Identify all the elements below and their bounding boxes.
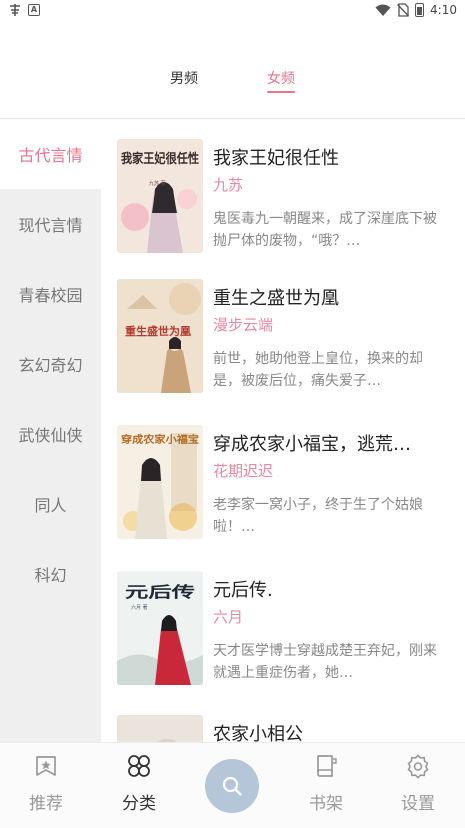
no-sim-icon: [397, 3, 410, 17]
status-time: 4:10: [430, 3, 457, 17]
bookshelf-icon: [317, 755, 337, 777]
nav-label: 设置: [401, 794, 435, 814]
book-item[interactable]: 元后传 六月 著 元后传. 六月 天才医学博士穿越成楚王弃妃，刚来就遇上重症伤者…: [101, 551, 465, 696]
book-title: 重生之盛世为凰: [213, 288, 339, 309]
nav-label: 分类: [122, 794, 156, 814]
book-item[interactable]: 重生盛世为凰 重生之盛世为凰 漫步云端 前世，她助他登上皇位，换来的却是，被废后…: [101, 259, 465, 404]
cover-title: 重生盛世为凰: [125, 324, 191, 338]
cover-title: 元后传: [125, 583, 195, 601]
book-cover: 元后传 六月 著: [117, 571, 203, 685]
app-icon: [10, 4, 20, 16]
settings-icon: [407, 754, 429, 779]
book-cover: 重生盛世为凰: [117, 279, 203, 393]
active-tab-indicator: [267, 91, 295, 93]
nav-bookshelf[interactable]: 书架: [296, 753, 356, 814]
cover-title: 穿成农家小福宝: [121, 433, 199, 446]
battery-icon: [415, 3, 425, 17]
search-button[interactable]: [205, 759, 259, 813]
book-item[interactable]: 我家王妃很任性 九苏 著 我家王妃很任性 九苏 鬼医毒九一朝醒来，成了深崖底下被…: [101, 119, 465, 264]
bottom-nav: 推荐 分类 书架 设置: [0, 742, 465, 828]
category-sidebar: 古代言情 现代言情 青春校园 玄幻奇幻 武侠仙侠 同人 科幻: [0, 119, 101, 742]
book-author[interactable]: 花期迟迟: [213, 460, 273, 481]
wifi-icon: [375, 4, 391, 16]
nav-settings[interactable]: 设置: [388, 753, 448, 814]
book-list: 我家王妃很任性 九苏 著 我家王妃很任性 九苏 鬼医毒九一朝醒来，成了深崖底下被…: [101, 119, 465, 742]
book-cover: 我家王妃很任性 九苏 著: [117, 139, 203, 253]
book-author[interactable]: 六月: [213, 606, 243, 627]
sidebar-item-fanfic[interactable]: 同人: [0, 469, 101, 539]
nav-recommend[interactable]: 推荐: [16, 753, 76, 814]
book-author[interactable]: 漫步云端: [213, 314, 273, 335]
book-title: 元后传.: [213, 580, 273, 601]
book-description: 鬼医毒九一朝醒来，成了深崖底下被抛尸体的废物，“哦？…: [213, 211, 437, 249]
sidebar-item-modern-romance[interactable]: 现代言情: [0, 189, 101, 259]
a-icon: A: [28, 4, 40, 16]
search-icon: [222, 776, 242, 796]
book-cover: 穿成农家小福宝: [117, 425, 203, 539]
book-item[interactable]: 农家小相公: [101, 695, 465, 742]
tab-male[interactable]: 男频: [170, 68, 198, 88]
book-title: 穿成农家小福宝，逃荒…: [213, 434, 411, 455]
nav-category[interactable]: 分类: [109, 753, 169, 814]
book-item[interactable]: 穿成农家小福宝 穿成农家小福宝，逃荒… 花期迟迟 老李家一窝小子，终于生了个姑娘…: [101, 405, 465, 550]
sidebar-item-fantasy[interactable]: 玄幻奇幻: [0, 329, 101, 399]
tab-female[interactable]: 女频: [267, 68, 295, 88]
category-icon: [128, 755, 150, 777]
cover-author: 六月 著: [131, 604, 148, 611]
book-description: 老李家一窝小子，终于生了个姑娘啦！…: [213, 497, 423, 535]
nav-label: 书架: [309, 794, 343, 814]
book-author[interactable]: 九苏: [213, 174, 243, 195]
sidebar-item-ancient-romance[interactable]: 古代言情: [0, 119, 101, 189]
cover-title: 我家王妃很任性: [121, 151, 199, 167]
sidebar-item-wuxia[interactable]: 武侠仙侠: [0, 399, 101, 469]
book-title: 我家王妃很任性: [213, 148, 339, 169]
book-cover: [117, 715, 203, 742]
book-description: 前世，她助他登上皇位，换来的却是，被废后位，痛失爱子…: [213, 351, 423, 389]
recommend-icon: [36, 756, 56, 776]
sidebar-item-youth-campus[interactable]: 青春校园: [0, 259, 101, 329]
sidebar-item-scifi[interactable]: 科幻: [0, 539, 101, 609]
cover-author: 九苏 著: [149, 180, 166, 187]
book-title: 农家小相公: [213, 724, 303, 742]
book-description: 天才医学博士穿越成楚王弃妃，刚来就遇上重症伤者，她…: [213, 643, 437, 681]
status-bar: A 4:10: [0, 0, 465, 20]
top-tabs: 男频 女频: [0, 60, 465, 100]
nav-label: 推荐: [29, 794, 63, 814]
